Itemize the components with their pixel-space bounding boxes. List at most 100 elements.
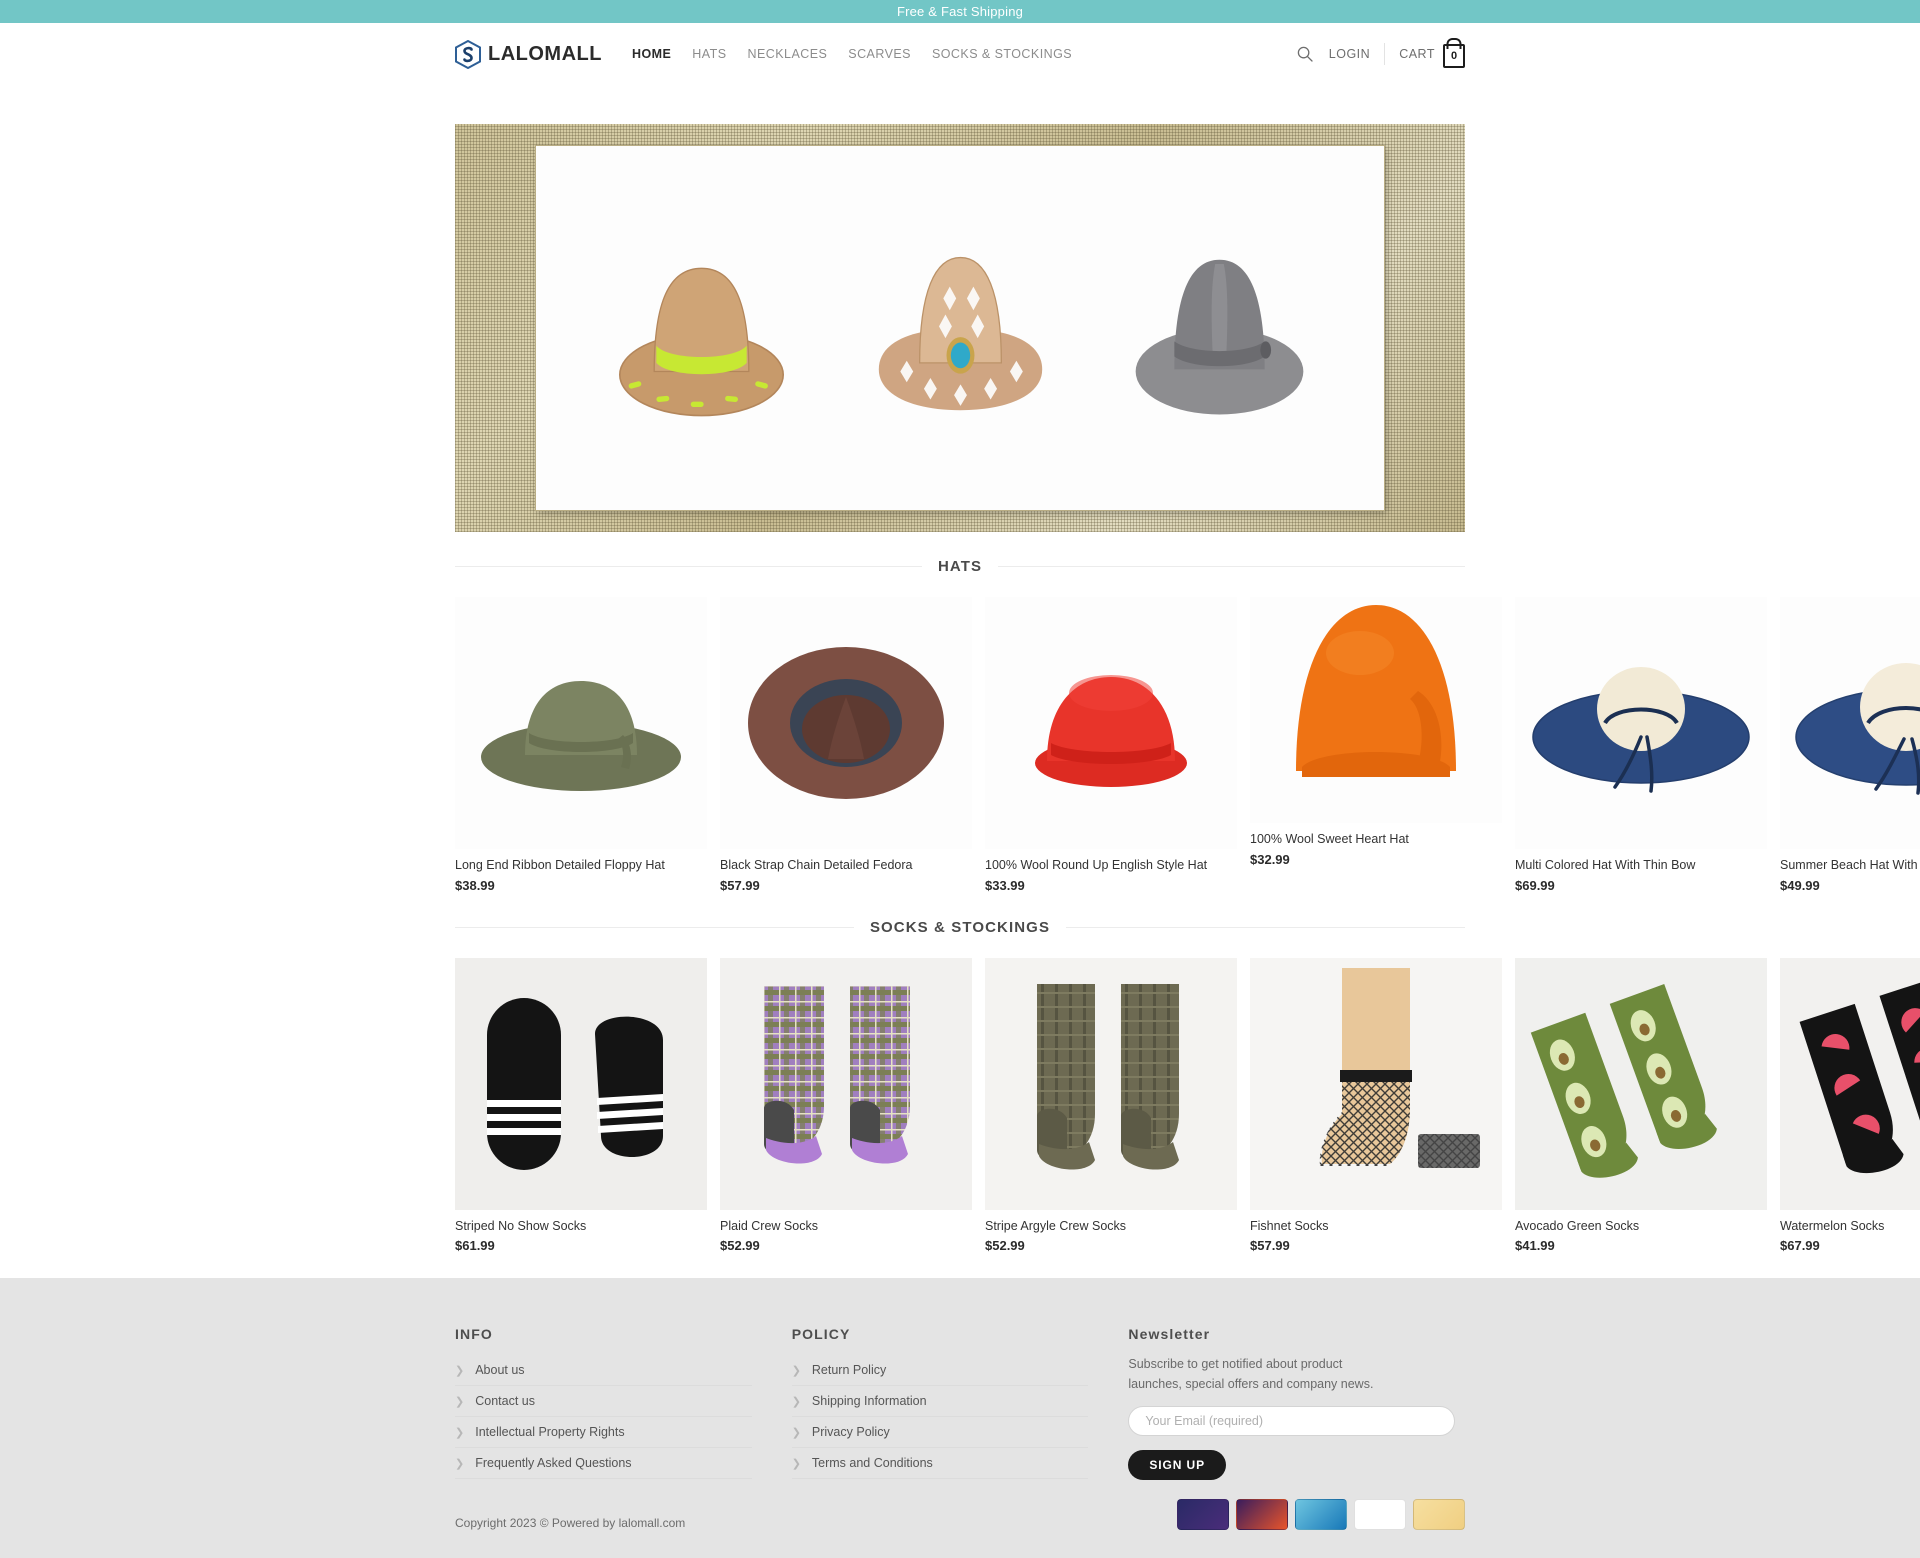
chevron-right-icon: ❯ <box>791 1395 801 1408</box>
nav-item-hats[interactable]: HATS <box>692 47 726 61</box>
product-image[interactable] <box>1515 597 1767 849</box>
product-image[interactable] <box>985 957 1237 1210</box>
socks-carousel[interactable]: Striped No Show Socks $61.99 Plaid Crew … <box>0 957 1920 1254</box>
footer-link-about-us[interactable]: ❯ About us <box>455 1355 752 1387</box>
newsletter-signup-button[interactable]: SIGN UP <box>1128 1450 1227 1480</box>
hero-banner[interactable] <box>455 124 1465 532</box>
chevron-right-icon: ❯ <box>791 1364 801 1377</box>
product-title[interactable]: Long End Ribbon Detailed Floppy Hat <box>455 858 707 874</box>
product-price: $52.99 <box>985 1238 1025 1254</box>
nav-item-socks-stockings[interactable]: SOCKS & STOCKINGS <box>932 47 1072 61</box>
login-link[interactable]: LOGIN <box>1329 47 1370 61</box>
fishnet-socks-icon <box>1250 957 1502 1210</box>
cart-label: CART <box>1399 47 1435 61</box>
footer-link-return-policy[interactable]: ❯ Return Policy <box>791 1355 1089 1387</box>
amex-card-icon <box>1295 1499 1347 1530</box>
product-card[interactable]: Plaid Crew Socks $52.99 <box>720 957 972 1254</box>
site-logo[interactable]: LALOMALL <box>455 39 602 69</box>
maestro-card-icon <box>1177 1499 1229 1530</box>
product-card[interactable]: Black Strap Chain Detailed Fedora $57.99 <box>720 597 972 893</box>
product-image[interactable] <box>720 597 972 849</box>
newsletter-email-input[interactable] <box>1128 1406 1456 1436</box>
product-card[interactable]: 100% Wool Round Up English Style Hat $33… <box>985 597 1237 893</box>
footer-bottom-bar: Copyright 2023 © Powered by lalomall.com <box>455 1480 1465 1530</box>
footer-column-newsletter: Newsletter Subscribe to get notified abo… <box>1128 1326 1465 1480</box>
product-title[interactable]: Stripe Argyle Crew Socks <box>985 1219 1237 1235</box>
product-price: $38.99 <box>455 877 495 893</box>
orange-cloche-hat-icon <box>1296 605 1456 777</box>
footer-link-label: Contact us <box>475 1394 535 1409</box>
section-title-hats: HATS <box>937 558 983 575</box>
chevron-right-icon: ❯ <box>455 1457 465 1470</box>
product-card[interactable]: Striped No Show Socks $61.99 <box>455 957 707 1254</box>
section-rule-left <box>455 566 922 567</box>
site-footer: INFO ❯ About us ❯ Contact us ❯ Intellect… <box>0 1278 1920 1558</box>
avocado-green-socks-icon <box>1515 957 1767 1210</box>
footer-info-title: INFO <box>455 1326 493 1343</box>
brand-name: LALOMALL <box>488 42 602 65</box>
hats-carousel[interactable]: Long End Ribbon Detailed Floppy Hat $38.… <box>0 597 1920 893</box>
product-title[interactable]: Plaid Crew Socks <box>720 1219 972 1235</box>
product-price: $57.99 <box>720 877 760 893</box>
hero-cowboy-hat-turquoise-stone-icon <box>878 256 1042 410</box>
chevron-right-icon: ❯ <box>455 1364 465 1377</box>
hero-image-area <box>536 146 1384 510</box>
product-title[interactable]: Summer Beach Hat With Thin Bow At <box>1780 858 1920 874</box>
nav-item-necklaces[interactable]: NECKLACES <box>748 47 828 61</box>
footer-link-privacy-policy[interactable]: ❯ Privacy Policy <box>791 1417 1089 1449</box>
product-card[interactable]: Multi Colored Hat With Thin Bow $69.99 <box>1515 597 1767 893</box>
footer-link-terms-and-conditions[interactable]: ❯ Terms and Conditions <box>791 1448 1089 1480</box>
footer-link-label: Intellectual Property Rights <box>475 1425 625 1440</box>
product-image[interactable] <box>1780 597 1920 849</box>
product-title[interactable]: 100% Wool Round Up English Style Hat <box>985 858 1237 874</box>
product-title[interactable]: Watermelon Socks <box>1780 1219 1920 1235</box>
search-icon[interactable] <box>1295 44 1315 64</box>
product-card[interactable]: Long End Ribbon Detailed Floppy Hat $38.… <box>455 597 707 893</box>
product-card[interactable]: Avocado Green Socks $41.99 <box>1515 957 1767 1254</box>
footer-link-faq[interactable]: ❯ Frequently Asked Questions <box>455 1448 752 1480</box>
product-image[interactable] <box>1250 597 1502 823</box>
product-price: $52.99 <box>720 1238 760 1254</box>
navy-wide-brim-hat-icon <box>1532 667 1750 793</box>
nav-item-home[interactable]: HOME <box>632 47 671 61</box>
section-rule-right <box>998 566 1465 567</box>
footer-link-shipping-information[interactable]: ❯ Shipping Information <box>791 1386 1089 1418</box>
product-card[interactable]: Watermelon Socks $67.99 <box>1780 957 1920 1254</box>
cart-button[interactable]: CART 0 <box>1399 41 1465 68</box>
product-card[interactable]: Stripe Argyle Crew Socks $52.99 <box>985 957 1237 1254</box>
product-card[interactable]: Fishnet Socks $57.99 <box>1250 957 1502 1253</box>
product-image[interactable] <box>1780 957 1920 1210</box>
footer-link-label: Terms and Conditions <box>811 1456 933 1471</box>
product-price: $67.99 <box>1780 1238 1820 1254</box>
olive-floppy-hat-icon <box>481 681 681 791</box>
product-title[interactable]: Black Strap Chain Detailed Fedora <box>720 858 972 874</box>
chevron-right-icon: ❯ <box>791 1457 801 1470</box>
footer-link-contact-us[interactable]: ❯ Contact us <box>455 1386 752 1418</box>
product-image[interactable] <box>455 597 707 849</box>
product-price: $32.99 <box>1250 851 1290 867</box>
product-title[interactable]: Striped No Show Socks <box>455 1219 707 1235</box>
product-image[interactable] <box>1515 957 1767 1210</box>
red-bowler-hat-icon <box>1035 675 1187 787</box>
product-title[interactable]: Avocado Green Socks <box>1515 1219 1767 1235</box>
nav-item-scarves[interactable]: SCARVES <box>848 47 911 61</box>
footer-link-label: Privacy Policy <box>811 1425 890 1440</box>
header-actions: LOGIN CART 0 <box>1295 41 1465 68</box>
product-price: $41.99 <box>1515 1238 1555 1254</box>
product-image[interactable] <box>1250 957 1502 1210</box>
product-card[interactable]: Summer Beach Hat With Thin Bow At $49.99 <box>1780 597 1920 893</box>
product-image[interactable] <box>985 597 1237 849</box>
product-title[interactable]: Fishnet Socks <box>1250 1219 1502 1235</box>
product-title[interactable]: Multi Colored Hat With Thin Bow <box>1515 858 1767 874</box>
product-title[interactable]: 100% Wool Sweet Heart Hat <box>1250 832 1502 848</box>
product-price: $61.99 <box>455 1238 495 1254</box>
mastercard-card-icon <box>1236 1499 1288 1530</box>
shopping-bag-icon[interactable]: 0 <box>1443 43 1465 68</box>
footer-link-intellectual-property-rights[interactable]: ❯ Intellectual Property Rights <box>455 1417 752 1449</box>
payment-methods <box>1177 1499 1465 1530</box>
hero-grey-felt-fedora-icon <box>1135 259 1303 414</box>
product-image[interactable] <box>720 957 972 1210</box>
footer-link-label: Frequently Asked Questions <box>475 1456 632 1471</box>
product-card[interactable]: 100% Wool Sweet Heart Hat $32.99 <box>1250 597 1502 893</box>
product-image[interactable] <box>455 957 707 1210</box>
